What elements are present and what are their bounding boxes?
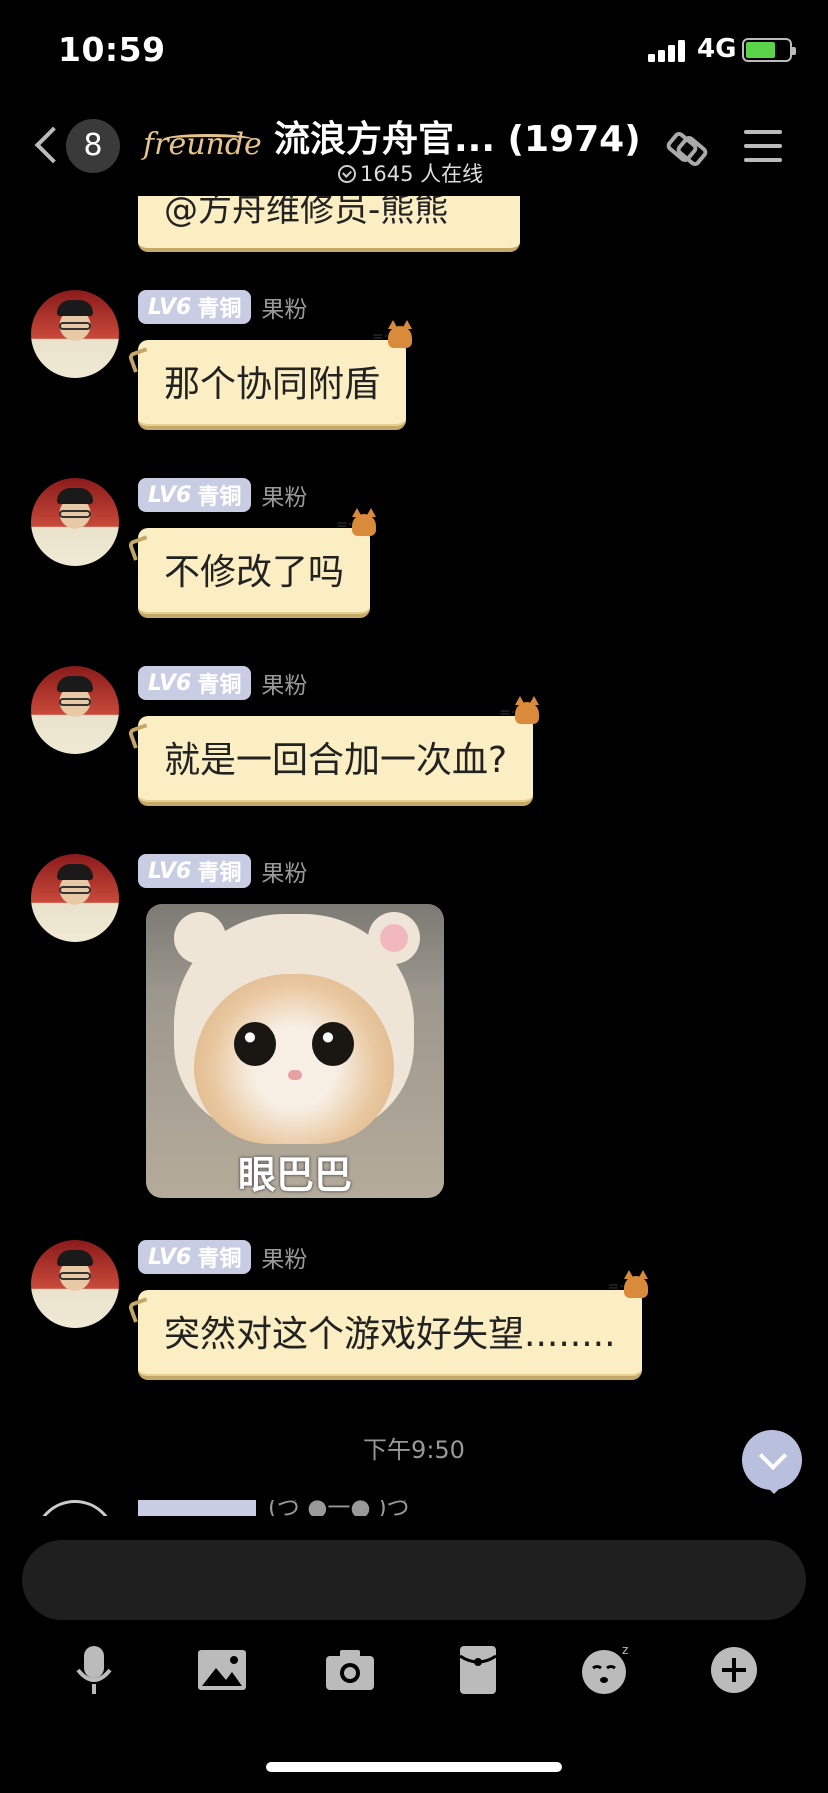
level-badge: LV6 青铜 [138, 1240, 252, 1274]
sender-meta: LV6 青铜 果粉 [138, 1240, 307, 1274]
microphone-icon[interactable] [64, 1640, 124, 1700]
chat-toolbar: z [0, 1630, 828, 1710]
chevron-circle-icon [338, 165, 356, 183]
sender-nickname[interactable]: 果粉 [261, 290, 307, 324]
scroll-to-bottom-button[interactable] [742, 1430, 802, 1494]
sender-meta: LV6 青铜 果粉 [138, 854, 307, 888]
emoji-icon[interactable]: z [576, 1640, 636, 1700]
level-badge: LV6 青铜 [138, 478, 252, 512]
level-badge: LV6 青铜 [138, 854, 252, 888]
sender-meta: LV6 青铜 果粉 [138, 290, 307, 324]
sender-nickname[interactable]: 果粉 [261, 478, 307, 512]
cat-decoration-icon: =·ᴗ [499, 696, 545, 724]
unread-count-badge[interactable]: 8 [66, 119, 120, 173]
cat-sticker-image[interactable]: 眼巴巴 [146, 904, 444, 1198]
cat-decoration-icon: =·ᴗ [608, 1270, 654, 1298]
chat-message-list[interactable]: @方舟维修员-熊熊 LV6 青铜 果粉 那个协同附盾 =·ᴗ LV6 青铜 果粉 不… [0, 196, 828, 1520]
avatar[interactable] [34, 1500, 116, 1516]
sender-nickname[interactable]: 果粉 [261, 854, 307, 888]
avatar[interactable] [31, 854, 119, 942]
image-icon[interactable] [192, 1640, 252, 1700]
message-bubble[interactable]: 不修改了吗 =·ᴗ [138, 508, 377, 618]
home-indicator [266, 1762, 562, 1772]
message-bubble[interactable]: 突然对这个游戏好失望........ =·ᴗ [138, 1270, 648, 1380]
battery-icon [742, 38, 796, 62]
online-count-text: 1645 人在线 [360, 162, 484, 186]
red-packet-icon[interactable] [448, 1640, 508, 1700]
level-badge: LV6 青铜 [138, 290, 252, 324]
menu-icon[interactable] [744, 128, 784, 164]
avatar[interactable] [31, 290, 119, 378]
avatar[interactable] [31, 1240, 119, 1328]
svg-text:z: z [622, 1643, 628, 1657]
status-time: 10:59 [58, 30, 166, 69]
sender-meta: LV6 青铜 果粉 [138, 478, 307, 512]
message-bubble[interactable]: 就是一回合加一次血? =·ᴗ [138, 696, 540, 806]
chat-header: 8 freunde 流浪方舟官... (1974) 1645 人在线 [0, 100, 828, 196]
avatar[interactable] [31, 666, 119, 754]
sender-nickname[interactable]: (づ ●一● )づ [268, 1500, 410, 1516]
group-title[interactable]: 流浪方舟官... (1974) [274, 110, 641, 162]
sender-nickname[interactable]: 果粉 [261, 666, 307, 700]
signal-icon [648, 38, 688, 62]
network-type: 4G [697, 34, 737, 64]
level-badge: LV6 青铜 [138, 666, 252, 700]
sticker-caption: 眼巴巴 [237, 1153, 352, 1197]
level-badge [138, 1500, 256, 1516]
message-bubble[interactable]: 那个协同附盾 =·ᴗ [138, 320, 413, 430]
online-count[interactable]: 1645 人在线 [338, 158, 483, 188]
message-timestamp: 下午9:50 [363, 1436, 465, 1464]
sender-meta: LV6 青铜 果粉 [138, 666, 307, 700]
camera-icon[interactable] [320, 1640, 380, 1700]
message-bubble-partial[interactable]: @方舟维修员-熊熊 [138, 196, 520, 252]
avatar[interactable] [31, 478, 119, 566]
tag-icon[interactable] [662, 124, 712, 174]
message-input-container [22, 1540, 806, 1620]
plus-icon[interactable] [704, 1640, 764, 1700]
status-bar: 10:59 4G [0, 0, 828, 100]
cat-decoration-icon: =·ᴗ [336, 508, 382, 536]
sender-nickname[interactable]: 果粉 [261, 1240, 307, 1274]
cat-decoration-icon: =·ᴗ [372, 320, 418, 348]
message-input[interactable] [22, 1540, 806, 1620]
back-button[interactable] [28, 120, 68, 170]
group-brand-logo: freunde [143, 120, 262, 170]
chat-message-partial: (づ ●一● )づ [0, 1500, 828, 1516]
